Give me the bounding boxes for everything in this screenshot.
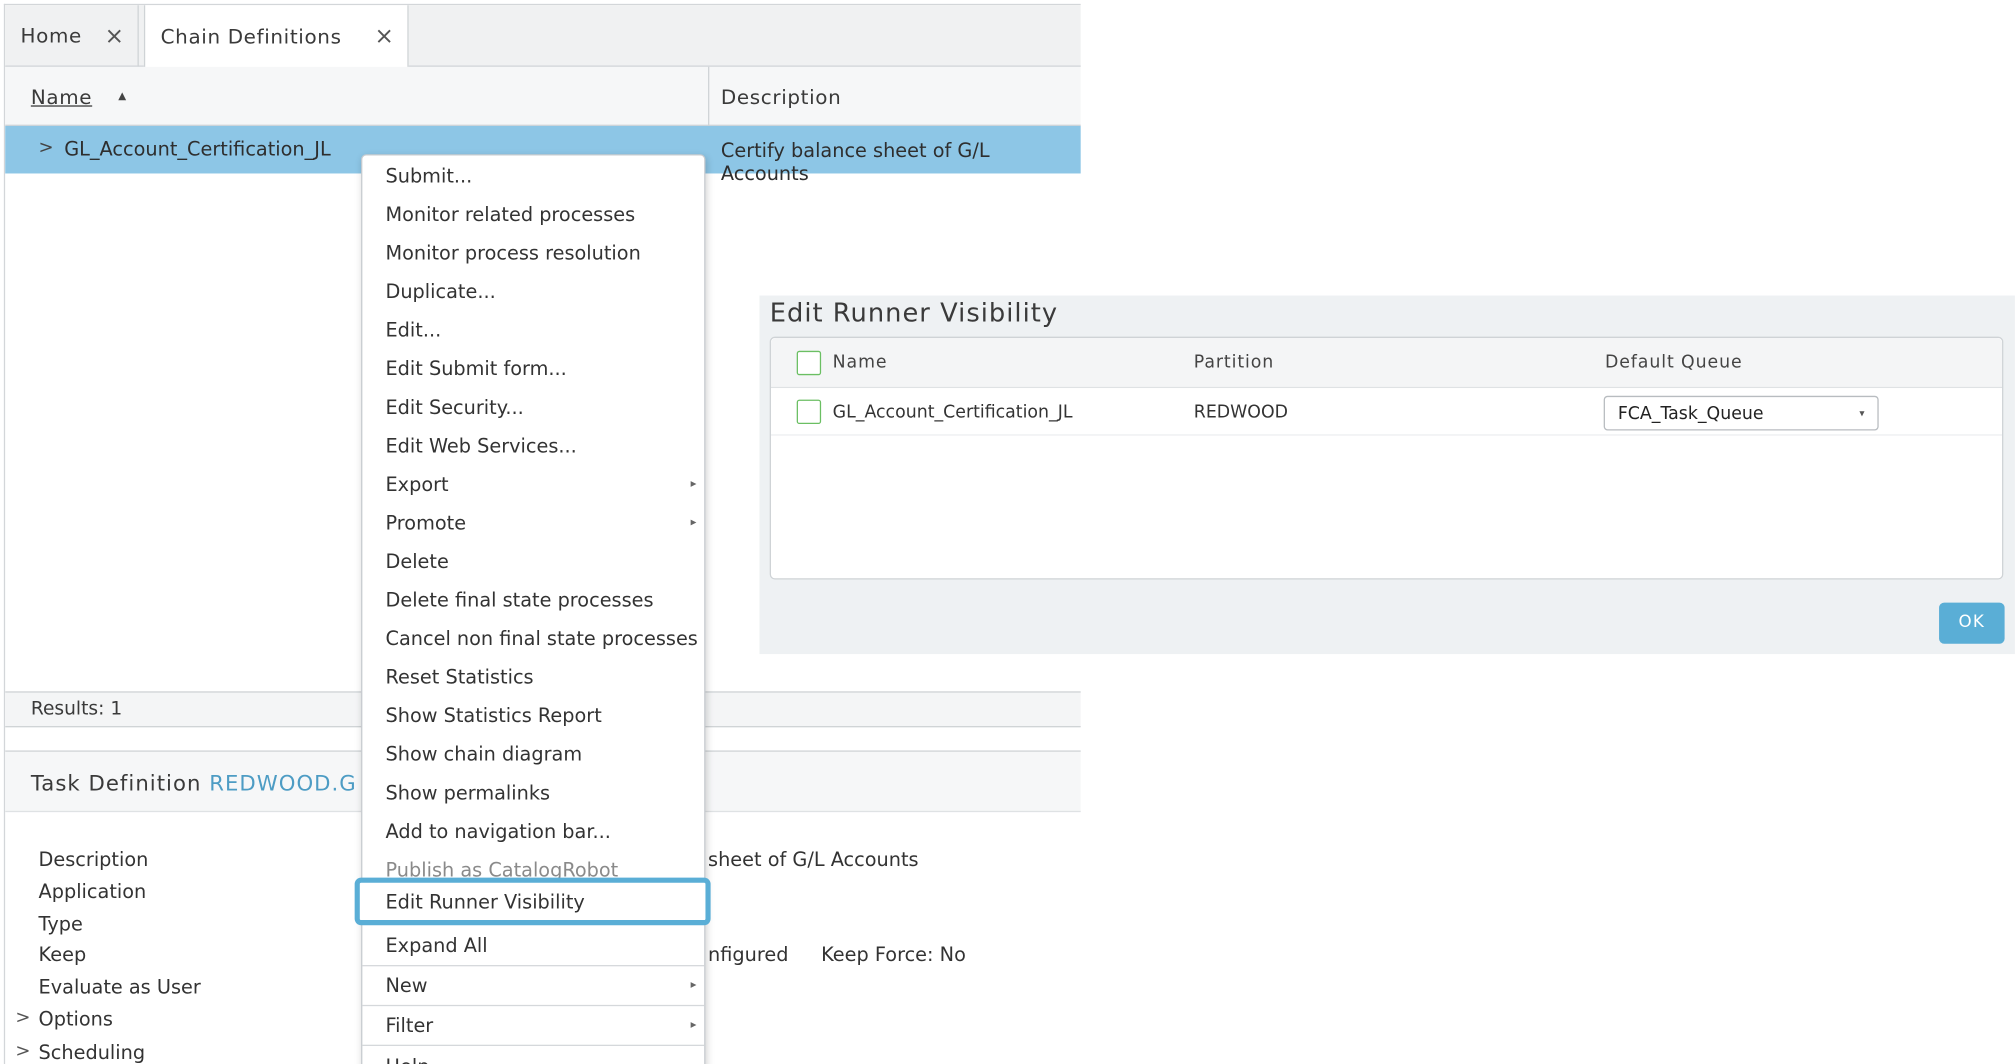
expand-chevron-icon[interactable]: > [39,137,54,158]
detail-title: Task Definition REDWOOD.G [31,771,357,795]
menu-item-label: Edit Security... [385,395,524,419]
menu-item-label: Promote [385,511,467,535]
menu-item-label: Edit Submit form... [385,357,567,381]
column-header-description[interactable]: Description [721,86,842,109]
detail-title-prefix: Task Definition [30,771,210,796]
menu-item-label: Export [385,472,449,497]
menu-item-label: Delete [385,549,449,574]
menu-item-help[interactable]: Help [362,1047,704,1064]
menu-item-label: Monitor related processes [385,203,636,227]
prop-label-type: Type [38,912,83,936]
column-header-default-queue[interactable]: Default Queue [1605,352,1743,373]
expand-chevron-icon[interactable]: > [15,1007,30,1028]
close-icon[interactable]: × [105,23,125,50]
menu-item-delete[interactable]: Delete [362,542,704,581]
menu-divider [362,1044,705,1046]
expand-chevron-icon[interactable]: > [15,1041,30,1062]
prop-value-keep-force: Keep Force: No [821,943,966,967]
menu-item-label: Cancel non final state processes [385,627,698,651]
select-all-checkbox[interactable] [796,350,822,376]
menu-item-label: Edit Runner Visibility [385,890,585,914]
tab-chain-definitions-label: Chain Definitions [160,25,342,49]
default-queue-value: FCA_Task_Queue [1617,403,1764,425]
column-divider[interactable] [708,66,710,126]
menu-item-label: Edit... [385,318,442,342]
menu-item-label: Duplicate... [385,280,496,304]
prop-value-keep: nfigured [708,943,789,967]
submenu-arrow-icon: ▸ [690,516,697,530]
prop-label-description: Description [38,848,149,872]
submenu-arrow-icon: ▸ [690,478,697,491]
column-header-partition[interactable]: Partition [1194,352,1274,373]
submenu-arrow-icon: ▸ [690,1019,697,1032]
menu-item-label: Show permalinks [385,781,551,805]
prop-label-options[interactable]: Options [39,1007,113,1030]
prop-label-application: Application [38,880,147,904]
row-partition: REDWOOD [1193,402,1288,423]
menu-item-label: Submit... [385,164,473,188]
runner-visibility-table: Name Partition Default Queue GL_Account_… [769,336,2004,580]
menu-item-label: Reset Statistics [385,665,534,689]
row-description: Certify balance sheet of G/L Accounts [720,138,990,186]
tab-home-label: Home [20,24,82,48]
context-menu: Submit... Monitor related processes Moni… [361,154,706,1064]
menu-item-export[interactable]: Export ▸ [362,465,704,504]
menu-item-label: Monitor process resolution [385,241,641,265]
edit-runner-visibility-dialog: Edit Runner Visibility Name Partition De… [759,295,2015,655]
close-icon[interactable]: × [374,23,394,50]
column-header-name[interactable]: Name [833,352,888,373]
dialog-title: Edit Runner Visibility [769,296,1059,328]
row-checkbox[interactable] [796,399,822,425]
menu-item-promote[interactable]: Promote ▸ [362,504,704,543]
menu-item-label: Edit Web Services... [385,434,577,458]
table-header: Name Partition Default Queue [771,337,2003,389]
tab-chain-definitions[interactable]: Chain Definitions × [143,5,409,69]
row-name: GL_Account_Certification_JL [832,402,1073,423]
menu-item-label: Delete final state processes [385,588,654,612]
prop-value-description: sheet of G/L Accounts [708,848,919,872]
menu-item-label: Expand All [385,934,488,958]
menu-item-label: Help [386,1055,430,1064]
dropdown-arrow-icon: ▾ [1859,407,1865,419]
menu-item-edit-web-services[interactable]: Edit Web Services... [362,427,704,466]
menu-item-edit-submit-form[interactable]: Edit Submit form... [362,350,704,389]
menu-item-label: New [385,974,428,998]
menu-item-new[interactable]: New ▸ [362,966,704,1005]
menu-item-label: Show Statistics Report [385,704,602,728]
menu-item-edit-runner-visibility[interactable]: Edit Runner Visibility [354,877,711,926]
row-name: GL_Account_Certification_JL [64,137,331,161]
menu-item-label: Add to navigation bar... [385,819,611,843]
sort-ascending-icon[interactable]: ▲ [118,90,126,102]
ok-button[interactable]: OK [1939,602,2005,644]
menu-item-duplicate[interactable]: Duplicate... [362,272,704,311]
grid-header: Name ▲ Description [5,66,1081,126]
detail-title-link[interactable]: REDWOOD.G [209,771,357,795]
menu-item-label: Filter [385,1013,434,1037]
default-queue-select[interactable]: FCA_Task_Queue ▾ [1603,395,1879,431]
menu-item-reset-statistics[interactable]: Reset Statistics [362,658,704,697]
prop-label-scheduling[interactable]: Scheduling [39,1041,146,1064]
submenu-arrow-icon: ▸ [690,979,697,993]
column-header-name[interactable]: Name [31,86,92,109]
menu-item-edit-security[interactable]: Edit Security... [362,388,704,427]
menu-item-show-chain-diagram[interactable]: Show chain diagram [362,735,704,774]
menu-item-filter[interactable]: Filter ▸ [362,1006,704,1045]
menu-item-label: Show chain diagram [385,742,583,766]
tab-bar: Home × Chain Definitions × [5,5,1081,69]
menu-item-cancel-non-final-state-processes[interactable]: Cancel non final state processes [362,619,704,658]
menu-item-show-statistics-report[interactable]: Show Statistics Report [362,696,704,735]
menu-item-monitor-process-resolution[interactable]: Monitor process resolution [362,234,704,273]
menu-item-monitor-related-processes[interactable]: Monitor related processes [362,195,704,234]
menu-item-show-permalinks[interactable]: Show permalinks [362,774,704,813]
menu-item-submit[interactable]: Submit... [362,157,704,196]
prop-label-keep: Keep [38,943,87,967]
results-count: Results: 1 [30,699,123,720]
tab-home[interactable]: Home × [5,5,139,67]
prop-label-evaluate-as-user: Evaluate as User [38,975,201,999]
menu-item-add-to-navigation-bar[interactable]: Add to navigation bar... [362,812,704,851]
table-row: GL_Account_Certification_JL REDWOOD FCA_… [771,389,2003,436]
menu-item-delete-final-state-processes[interactable]: Delete final state processes [362,581,704,620]
menu-item-expand-all[interactable]: Expand All [362,926,704,965]
menu-item-edit[interactable]: Edit... [362,311,704,350]
